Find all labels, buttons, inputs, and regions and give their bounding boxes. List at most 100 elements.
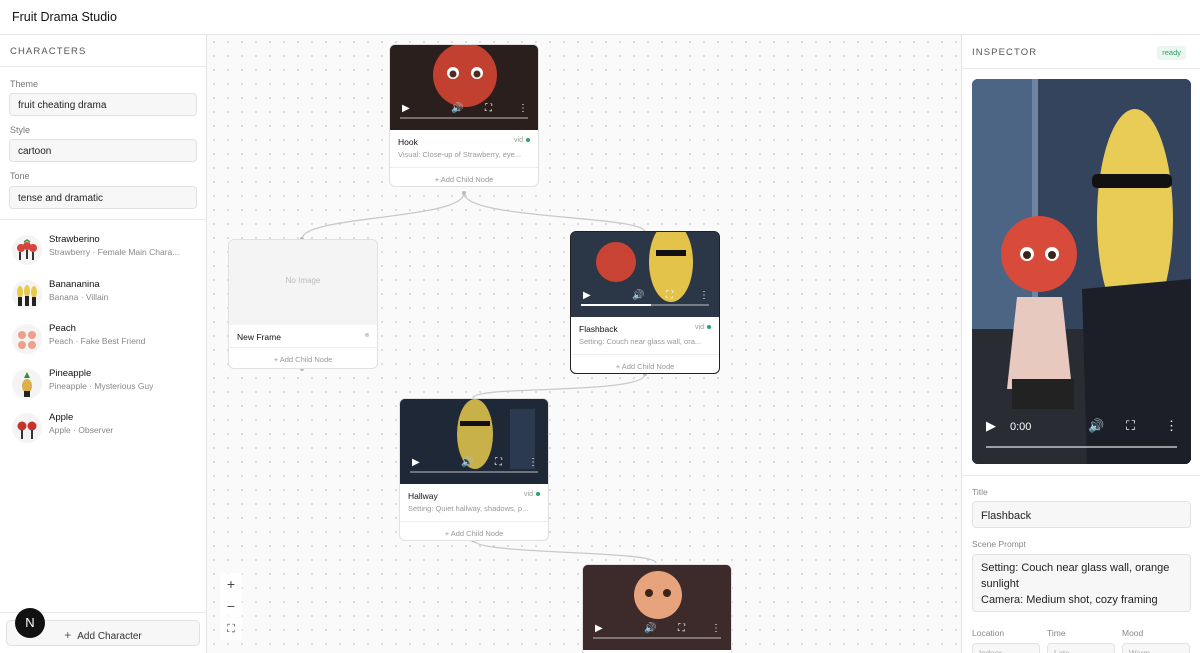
- node-title: Hook: [398, 137, 418, 147]
- edge-flashback-hallway: [472, 373, 646, 399]
- video-controls: ▶ 🔊 ⛶ ⋮: [571, 281, 719, 317]
- title-input[interactable]: Flashback: [972, 501, 1191, 528]
- strawberry-avatar: [12, 235, 42, 265]
- characters-heading: CHARACTERS: [10, 46, 87, 57]
- video-badge: vid: [695, 324, 711, 331]
- character-item-apple[interactable]: Apple Apple · Observer: [0, 409, 206, 453]
- character-item-banananina[interactable]: Banananina Banana · Villain: [0, 276, 206, 320]
- add-child-node-button[interactable]: + Add Child Node: [400, 521, 548, 540]
- progress-bar[interactable]: [410, 471, 538, 473]
- fullscreen-icon[interactable]: ⛶: [666, 290, 673, 301]
- fullscreen-icon[interactable]: ⛶: [678, 623, 685, 634]
- mood-label: Mood: [1122, 628, 1144, 638]
- tone-label: Tone: [10, 171, 30, 181]
- pineapple-avatar: [12, 369, 42, 399]
- status-dot: [362, 332, 369, 339]
- zoom-out-button[interactable]: −: [220, 595, 242, 617]
- top-bar: Fruit Drama Studio: [0, 0, 1200, 35]
- more-icon[interactable]: ⋮: [518, 103, 528, 114]
- character-name: Strawberino: [49, 234, 100, 245]
- character-item-peach[interactable]: Peach Peach · Fake Best Friend: [0, 320, 206, 364]
- play-icon[interactable]: ▶: [412, 457, 420, 468]
- image-placeholder: No Image: [229, 240, 377, 325]
- progress-bar[interactable]: [400, 117, 528, 119]
- node-next[interactable]: ▶ 🔊 ⛶ ⋮: [582, 564, 732, 653]
- location-input[interactable]: Indoor: [972, 643, 1040, 653]
- mood-input[interactable]: Warm: [1122, 643, 1190, 653]
- node-title: New Frame: [237, 332, 281, 342]
- progress-bar[interactable]: [581, 304, 709, 306]
- progress-bar[interactable]: [593, 637, 721, 639]
- volume-icon[interactable]: 🔊: [461, 457, 473, 468]
- video-thumbnail[interactable]: ▶ 🔊 ⛶ ⋮: [400, 399, 548, 484]
- character-name: Pineapple: [49, 368, 92, 379]
- progress-bar[interactable]: [986, 446, 1177, 448]
- node-description: Setting: Quiet hallway, shadows, p...: [408, 504, 529, 513]
- node-description: Visual: Close-up of Strawberry, eye...: [398, 150, 522, 159]
- fullscreen-icon[interactable]: ⛶: [485, 103, 492, 114]
- title-label: Title: [972, 487, 988, 497]
- plus-icon: +: [64, 628, 72, 642]
- divider: [0, 66, 206, 67]
- character-subtitle: Banana · Villain: [49, 292, 109, 302]
- play-icon[interactable]: ▶: [986, 418, 996, 434]
- theme-label: Theme: [10, 79, 39, 89]
- storyboard-canvas[interactable]: ▶ 🔊 ⛶ ⋮ Hook vid Visual: Close-up of Str…: [207, 35, 961, 653]
- theme-input[interactable]: fruit cheating drama: [9, 93, 197, 116]
- no-image-label: No Image: [285, 276, 321, 285]
- more-icon[interactable]: ⋮: [528, 457, 538, 468]
- more-icon[interactable]: ⋮: [699, 290, 709, 301]
- style-input[interactable]: cartoon: [9, 139, 197, 162]
- volume-icon[interactable]: 🔊: [1088, 418, 1104, 434]
- zoom-in-button[interactable]: +: [220, 573, 242, 595]
- volume-icon[interactable]: 🔊: [632, 290, 644, 301]
- peach-avatar: [12, 324, 42, 354]
- video-badge: vid: [514, 137, 530, 144]
- character-name: Apple: [49, 412, 74, 423]
- edge-hallway-next: [472, 539, 657, 564]
- play-icon[interactable]: ▶: [402, 103, 410, 114]
- play-icon[interactable]: ▶: [595, 623, 603, 634]
- add-child-node-button[interactable]: + Add Child Node: [390, 167, 538, 186]
- add-child-node-button[interactable]: + Add Child Node: [571, 354, 719, 373]
- more-icon[interactable]: ⋮: [1165, 418, 1178, 434]
- inspector-video-player[interactable]: ▶ 0:00 🔊 ⛶ ⋮: [972, 79, 1191, 464]
- character-item-strawberino[interactable]: Strawberino Strawberry · Female Main Cha…: [0, 231, 206, 275]
- fullscreen-icon[interactable]: ⛶: [495, 457, 502, 468]
- more-icon[interactable]: ⋮: [711, 623, 721, 634]
- time-input[interactable]: Late: [1047, 643, 1115, 653]
- node-hallway[interactable]: ▶ 🔊 ⛶ ⋮ Hallway vid Setting: Quiet hallw…: [399, 398, 549, 541]
- video-thumbnail[interactable]: ▶ 🔊 ⛶ ⋮: [583, 565, 731, 650]
- node-flashback[interactable]: ▶ 🔊 ⛶ ⋮ Flashback vid Setting: Couch nea…: [570, 231, 720, 374]
- play-icon[interactable]: ▶: [583, 290, 591, 301]
- volume-icon[interactable]: 🔊: [451, 103, 463, 114]
- add-child-node-button[interactable]: + Add Child Node: [229, 347, 377, 368]
- node-description: Setting: Couch near glass wall, ora...: [579, 337, 702, 346]
- scene-prompt-line: Setting: Couch near glass wall, orange s…: [981, 562, 1170, 590]
- video-thumbnail[interactable]: ▶ 🔊 ⛶ ⋮: [571, 232, 719, 317]
- video-badge: vid: [524, 491, 540, 498]
- apple-avatar: [12, 413, 42, 443]
- scene-prompt-textarea[interactable]: Setting: Couch near glass wall, orange s…: [972, 554, 1191, 612]
- scene-prompt-label: Scene Prompt: [972, 539, 1026, 549]
- edge-hook-flashback: [463, 192, 646, 233]
- tone-input[interactable]: tense and dramatic: [9, 186, 197, 209]
- add-character-label: Add Character: [77, 631, 142, 642]
- video-frame: [972, 79, 1191, 464]
- time-label: Time: [1047, 628, 1066, 638]
- fit-view-button[interactable]: ⛶: [220, 618, 242, 640]
- divider: [0, 219, 206, 220]
- app-logo[interactable]: N: [15, 608, 45, 638]
- fullscreen-icon[interactable]: ⛶: [1126, 418, 1135, 434]
- character-item-pineapple[interactable]: Pineapple Pineapple · Mysterious Guy: [0, 365, 206, 409]
- volume-icon[interactable]: 🔊: [644, 623, 656, 634]
- divider: [962, 475, 1200, 476]
- video-thumbnail[interactable]: ▶ 🔊 ⛶ ⋮: [390, 45, 538, 130]
- status-badge: ready: [1157, 46, 1186, 60]
- character-subtitle: Strawberry · Female Main Chara...: [49, 247, 180, 257]
- style-label: Style: [10, 125, 31, 135]
- node-hook[interactable]: ▶ 🔊 ⛶ ⋮ Hook vid Visual: Close-up of Str…: [389, 44, 539, 187]
- node-new-frame[interactable]: No Image New Frame + Add Child Node: [228, 239, 378, 369]
- video-controls: ▶ 🔊 ⛶ ⋮: [583, 614, 731, 650]
- divider: [962, 68, 1200, 69]
